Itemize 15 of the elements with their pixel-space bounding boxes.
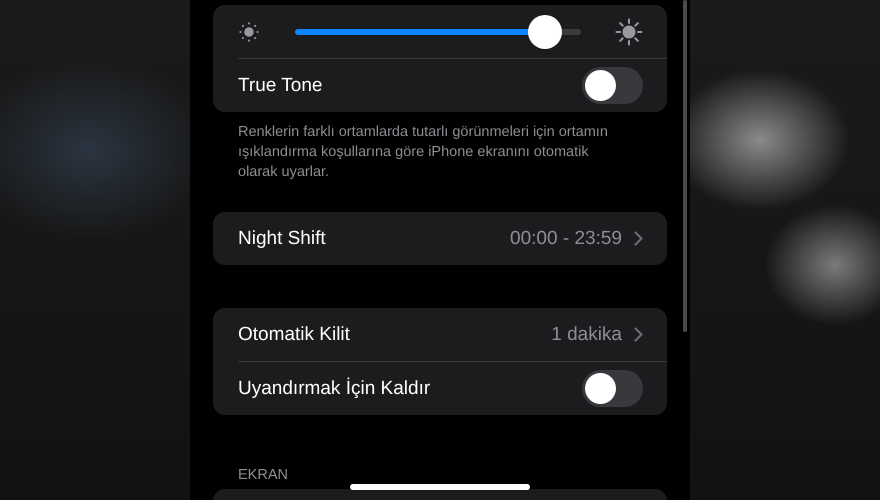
setting-label: Uyandırmak İçin Kaldır xyxy=(238,378,432,400)
toggle-switch[interactable] xyxy=(582,67,643,104)
footer-text: Renklerin farklı ortamlarda tutarlı görünmeleri için ortamın ışıklandırma koşullarına göre iPhone ekranını otomatik olarak uyarlar. xyxy=(238,123,609,182)
setting-label: Night Shift xyxy=(238,228,327,250)
setting-label: Otomatik Kilit xyxy=(238,324,351,346)
chevron-icon xyxy=(634,231,643,246)
sun-small-icon xyxy=(237,20,261,44)
toggle-switch[interactable] xyxy=(582,370,643,407)
setting-value: 00:00 - 23:59 xyxy=(510,228,622,250)
slider-thumb[interactable] xyxy=(528,14,562,48)
sun-large-icon xyxy=(615,18,643,46)
setting-value: 1 dakika xyxy=(551,324,622,346)
setting-label: True Tone xyxy=(238,74,324,96)
chevron-icon xyxy=(634,327,643,342)
section-header: EKRAN xyxy=(238,467,289,483)
